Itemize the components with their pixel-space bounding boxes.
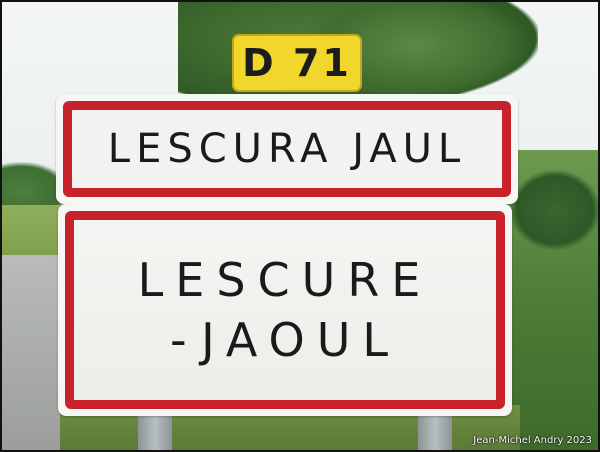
bushes-right-dark [510, 170, 600, 250]
road-sign-photo: D 71 LESCURA JAUL LESCURE -JAOUL Jean-Mi… [0, 0, 600, 452]
town-name-line-2: -JAOUL [169, 313, 401, 367]
photo-credit: Jean-Michel Andry 2023 [473, 435, 592, 446]
occitan-name-sign-frame: LESCURA JAUL [63, 101, 511, 197]
town-entry-sign: LESCURE -JAOUL [58, 204, 512, 416]
route-number-plate: D 71 [232, 34, 362, 92]
town-entry-sign-frame: LESCURE -JAOUL [65, 211, 505, 409]
occitan-name-text: LESCURA JAUL [107, 126, 467, 172]
town-name-line-1: LESCURE [137, 253, 433, 307]
route-number-text: D 71 [242, 41, 352, 85]
occitan-name-sign: LESCURA JAUL [56, 94, 518, 204]
